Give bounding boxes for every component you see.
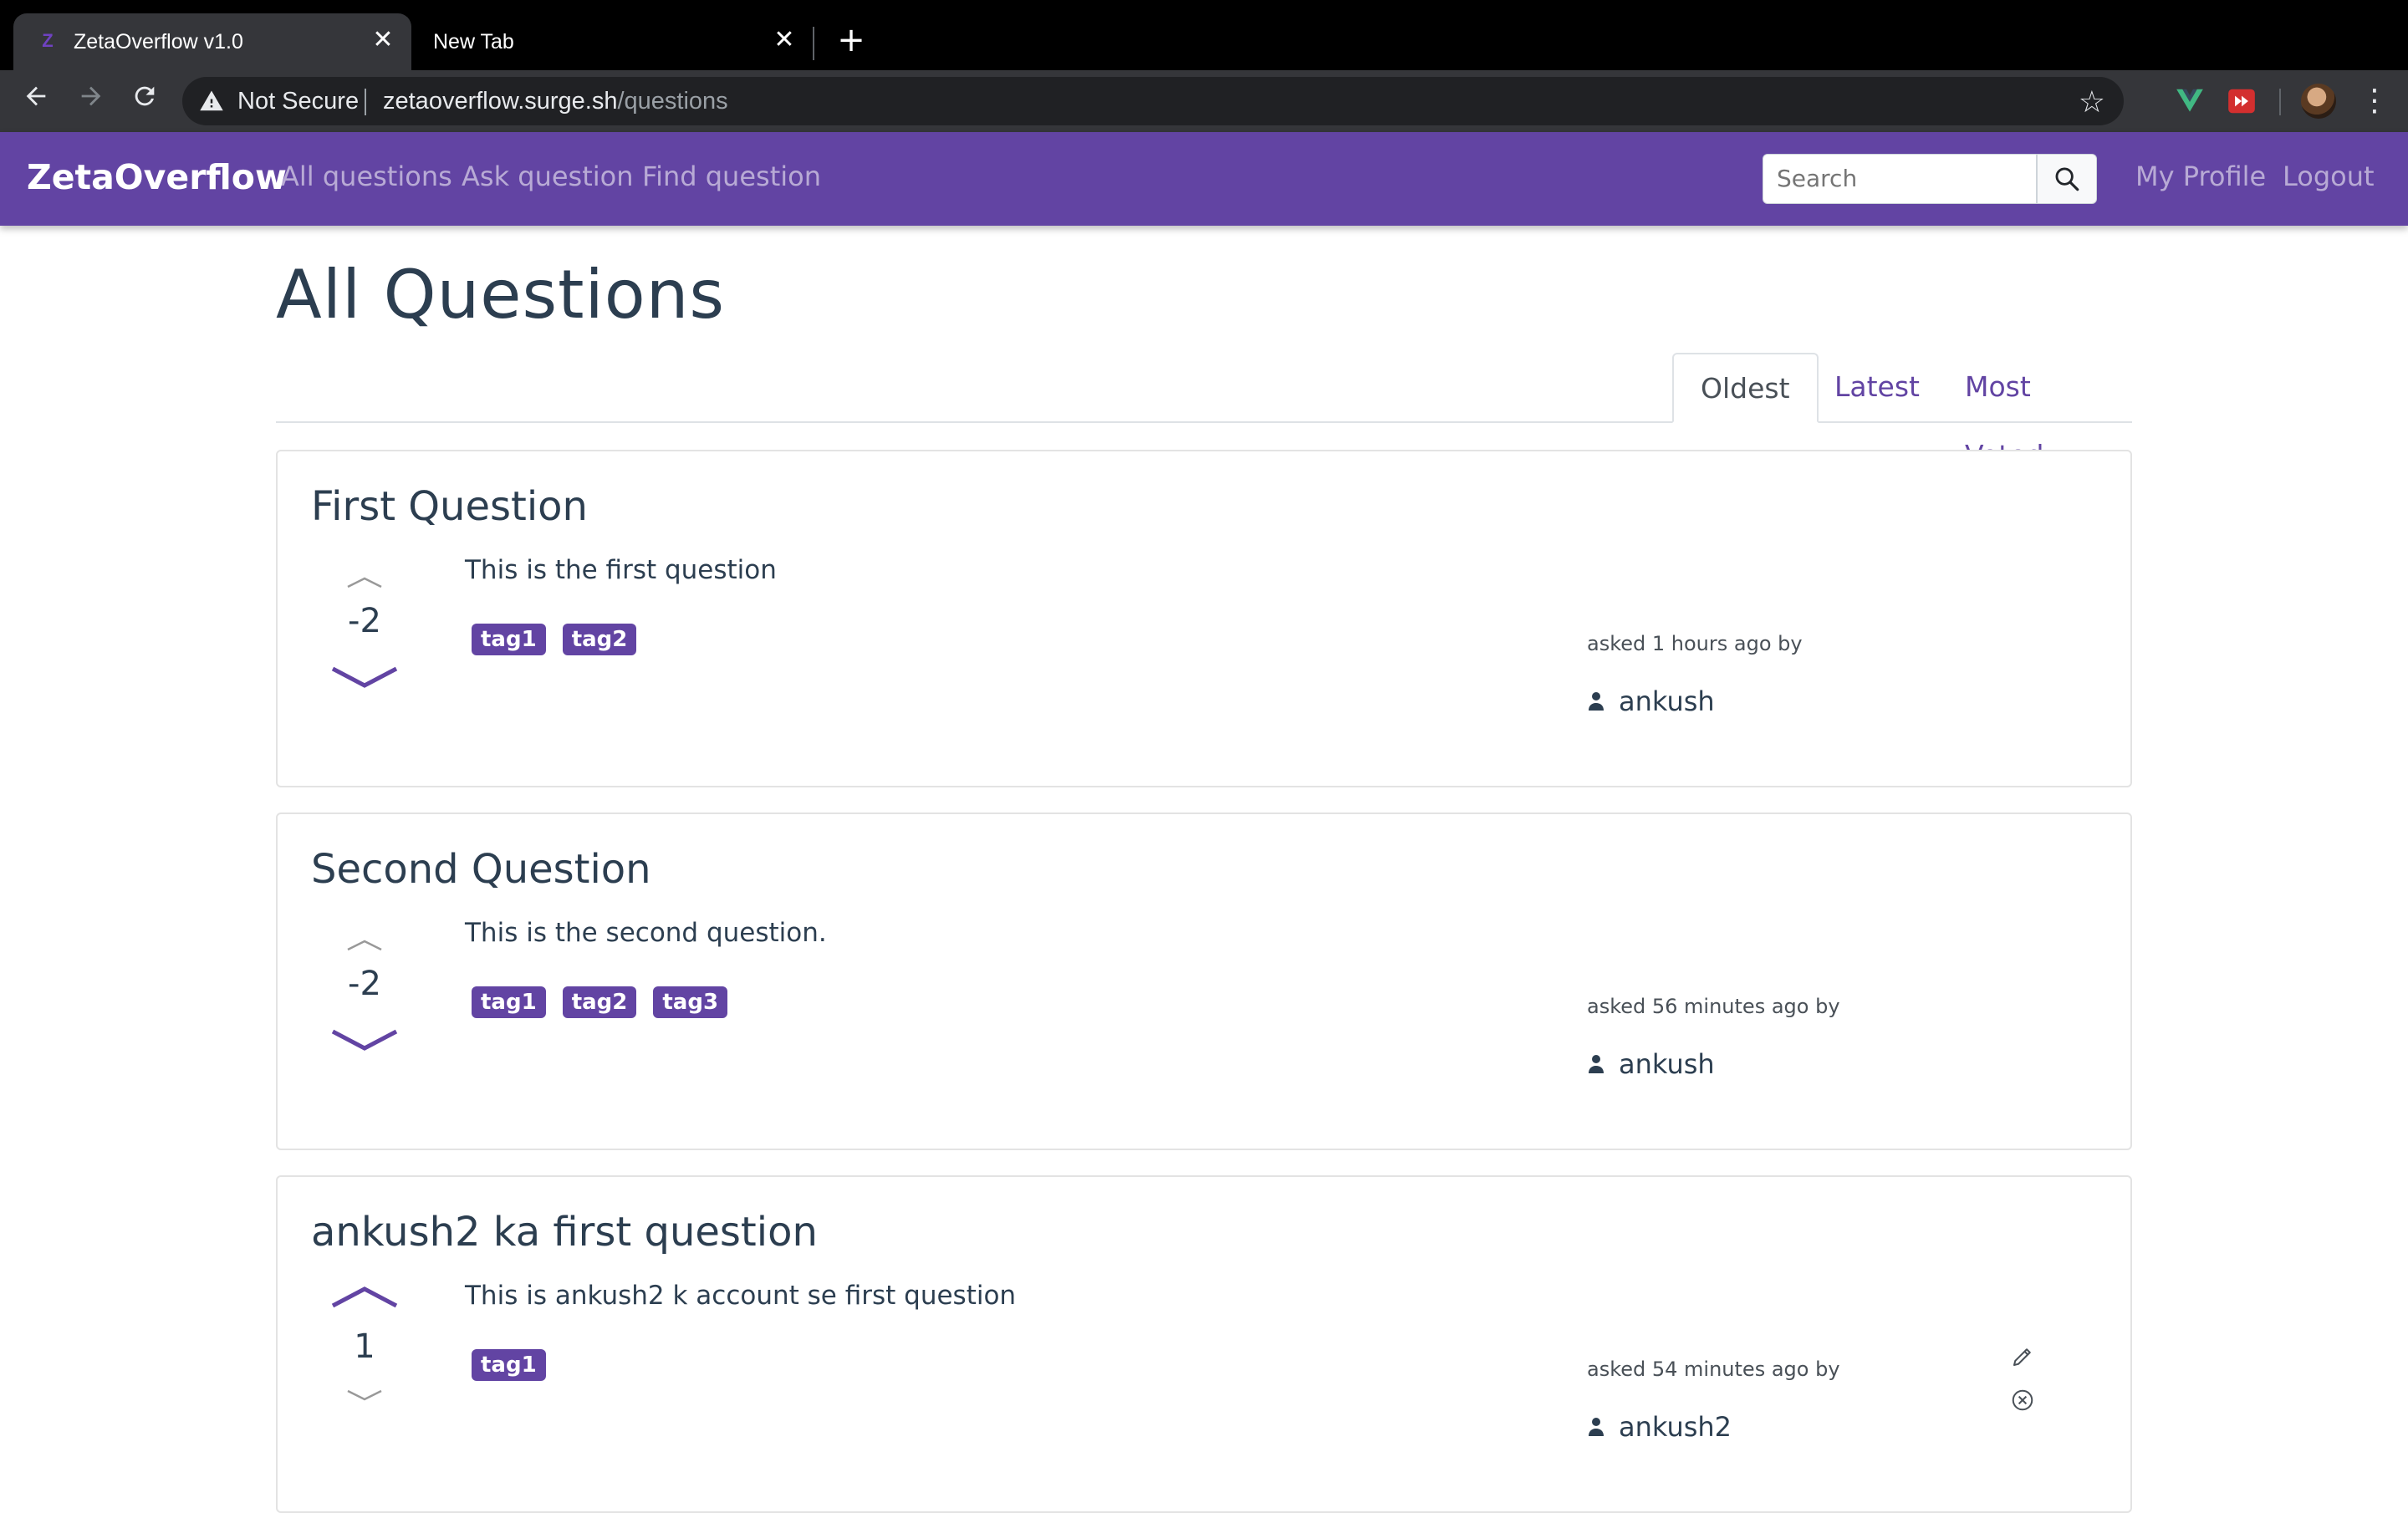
- close-tab-icon[interactable]: ✕: [368, 25, 398, 55]
- sort-tabs: Oldest Latest Most Voted: [276, 353, 2132, 471]
- question-title[interactable]: ankush2 ka first question: [311, 1209, 818, 1256]
- toolbar-divider: [2279, 89, 2281, 115]
- search-input[interactable]: [1763, 155, 2041, 201]
- author-name[interactable]: ankush: [1619, 685, 1715, 717]
- asked-timestamp: asked 54 minutes ago by: [1587, 1358, 1840, 1381]
- nav-link-find-question[interactable]: Find question: [642, 160, 821, 192]
- asked-timestamp: asked 1 hours ago by: [1587, 632, 1803, 655]
- new-tab-plus-icon[interactable]: +: [834, 23, 868, 57]
- url-text[interactable]: zetaoverflow.surge.sh/questions: [383, 88, 728, 115]
- bookmark-star-icon[interactable]: ☆: [2079, 85, 2105, 120]
- asked-timestamp: asked 56 minutes ago by: [1587, 995, 1840, 1018]
- browser-tab-active[interactable]: Z ZetaOverflow v1.0 ✕: [13, 13, 411, 70]
- nav-link-all-questions[interactable]: All questions: [281, 160, 452, 192]
- vote-count: -2: [348, 602, 381, 640]
- omnibox-divider: [365, 89, 366, 115]
- author[interactable]: ankush2: [1587, 1411, 1732, 1443]
- browser-menu-icon[interactable]: ⋮: [2360, 82, 2390, 120]
- tag-list: tag1 tag2 tag3: [472, 986, 728, 1018]
- tab-latest[interactable]: Latest: [1808, 353, 1946, 421]
- author[interactable]: ankush: [1587, 1048, 1715, 1080]
- zeta-favicon-icon: Z: [42, 30, 54, 51]
- edit-pencil-icon[interactable]: [2010, 1344, 2035, 1369]
- browser-tab-strip: Z ZetaOverflow v1.0 ✕ New Tab ✕ +: [0, 0, 2408, 70]
- warning-icon: [200, 90, 223, 111]
- tab-most-voted[interactable]: Most Voted: [1938, 353, 2132, 471]
- vue-devtools-extension-icon[interactable]: [2174, 85, 2206, 117]
- media-extension-icon[interactable]: [2226, 85, 2258, 117]
- upvote-chevron-icon[interactable]: [329, 928, 400, 958]
- tab-divider: [813, 27, 814, 60]
- author-name[interactable]: ankush: [1619, 1048, 1715, 1080]
- browser-toolbar: Not Secure zetaoverflow.surge.sh/questio…: [0, 70, 2408, 132]
- page-title: All Questions: [276, 256, 726, 334]
- downvote-chevron-icon[interactable]: [329, 1383, 400, 1413]
- tab-title: New Tab: [433, 30, 514, 53]
- question-title[interactable]: Second Question: [311, 846, 651, 893]
- question-body: This is the second question.: [465, 918, 827, 948]
- author-name[interactable]: ankush2: [1619, 1411, 1732, 1443]
- author[interactable]: ankush: [1587, 685, 1715, 717]
- question-card: Second Question -2 This is the second qu…: [276, 813, 2132, 1150]
- address-bar[interactable]: Not Secure zetaoverflow.surge.sh/questio…: [182, 77, 2124, 125]
- user-icon: [1589, 692, 1604, 711]
- brand-logo[interactable]: ZetaOverflow: [27, 157, 287, 197]
- browser-tab-new-tab[interactable]: New Tab ✕: [415, 13, 813, 70]
- question-title[interactable]: First Question: [311, 483, 588, 530]
- nav-link-ask-question[interactable]: Ask question: [462, 160, 634, 192]
- tag-badge[interactable]: tag1: [472, 986, 546, 1018]
- search-icon: [2055, 167, 2079, 191]
- tag-badge[interactable]: tag1: [472, 624, 546, 655]
- nav-link-logout[interactable]: Logout: [2283, 160, 2375, 192]
- close-tab-icon[interactable]: ✕: [769, 25, 799, 55]
- tag-badge[interactable]: tag2: [562, 624, 637, 655]
- downvote-chevron-icon[interactable]: [329, 1026, 400, 1057]
- tab-title: ZetaOverflow v1.0: [74, 30, 243, 53]
- forward-arrow-icon[interactable]: [70, 80, 112, 122]
- back-arrow-icon[interactable]: [15, 80, 57, 122]
- vote-count: -2: [348, 965, 381, 1003]
- app-navbar: ZetaOverflow All questions Ask question …: [0, 132, 2408, 226]
- user-icon: [1589, 1055, 1604, 1073]
- tag-badge[interactable]: tag2: [562, 986, 637, 1018]
- downvote-chevron-icon[interactable]: [329, 664, 400, 694]
- question-body: This is ankush2 k account se first quest…: [465, 1281, 1017, 1311]
- tag-badge[interactable]: tag1: [472, 1349, 546, 1381]
- tag-badge[interactable]: tag3: [653, 986, 728, 1018]
- tab-oldest[interactable]: Oldest: [1672, 353, 1819, 423]
- reload-icon[interactable]: [124, 80, 166, 122]
- question-card: ankush2 ka first question 1 This is anku…: [276, 1175, 2132, 1513]
- nav-link-my-profile[interactable]: My Profile: [2135, 160, 2266, 192]
- upvote-chevron-icon[interactable]: [329, 565, 400, 595]
- user-icon: [1589, 1418, 1604, 1436]
- vote-count: 1: [354, 1327, 375, 1366]
- question-card: First Question -2 This is the first ques…: [276, 450, 2132, 787]
- search-field[interactable]: [1763, 154, 2041, 204]
- profile-avatar[interactable]: [2301, 84, 2336, 119]
- upvote-chevron-icon[interactable]: [329, 1281, 400, 1311]
- tag-list: tag1: [472, 1349, 546, 1381]
- url-host: zetaoverflow.surge.sh: [383, 88, 618, 115]
- security-label[interactable]: Not Secure: [237, 88, 359, 115]
- search-button[interactable]: [2037, 154, 2097, 204]
- delete-circle-x-icon[interactable]: [2010, 1388, 2035, 1413]
- tag-list: tag1 tag2: [472, 624, 637, 655]
- url-path: /questions: [617, 88, 728, 115]
- question-body: This is the first question: [465, 555, 777, 585]
